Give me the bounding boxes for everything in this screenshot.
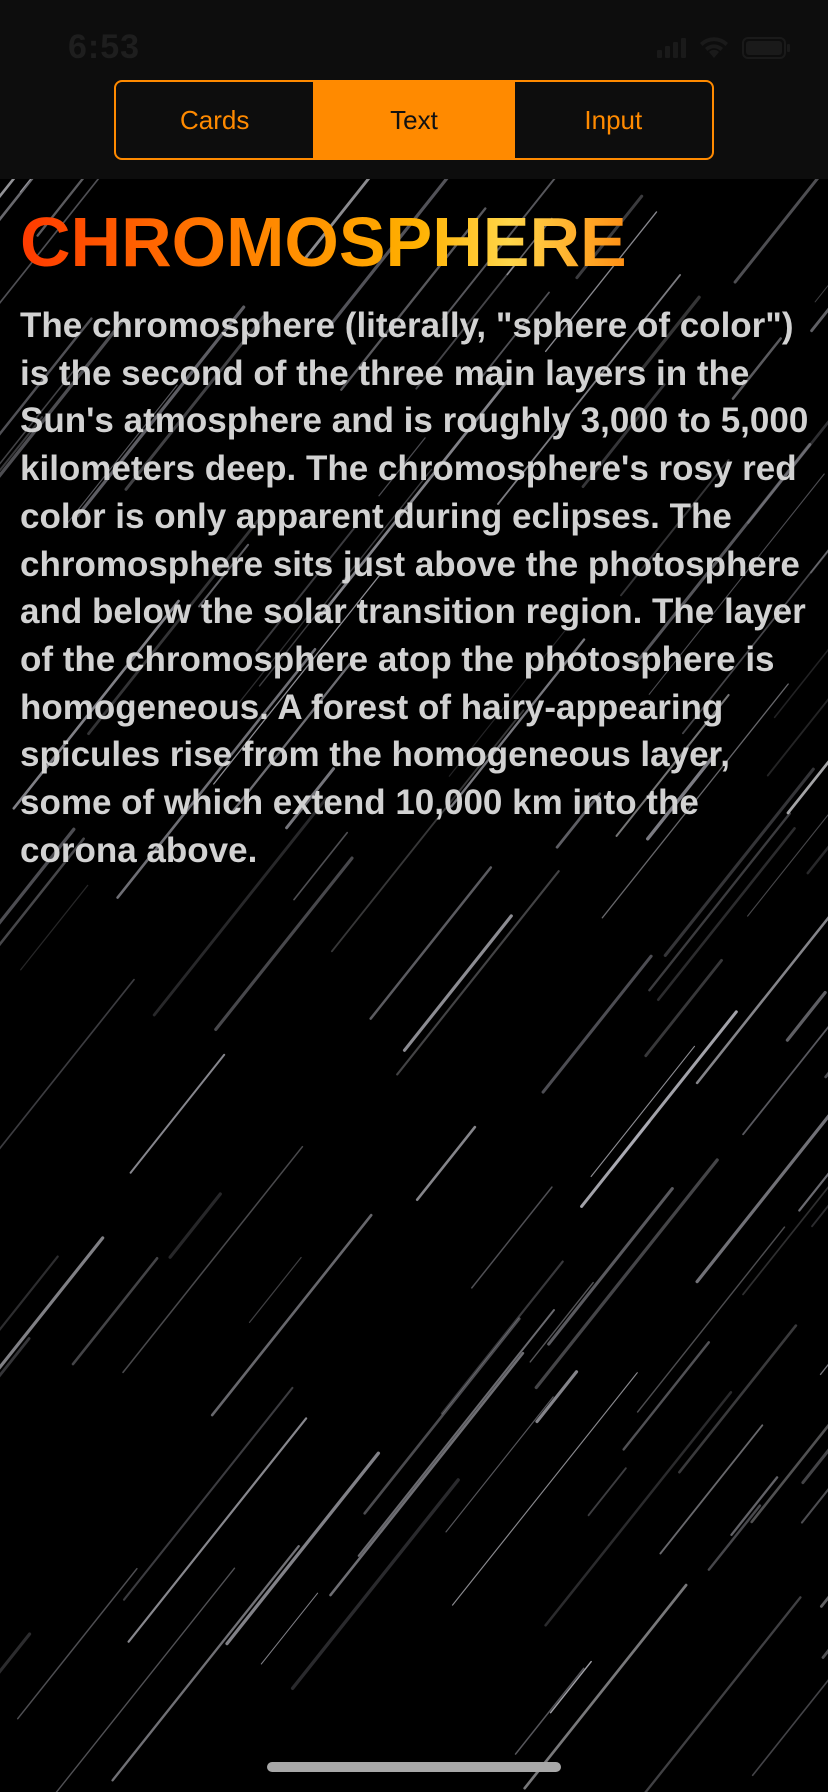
- star-trail: [622, 1341, 711, 1451]
- star-trail: [415, 1125, 477, 1202]
- star-trail: [329, 1351, 525, 1597]
- star-trail: [225, 1451, 381, 1646]
- star-trail: [20, 884, 89, 971]
- star-trail: [523, 1583, 688, 1790]
- app-screen: 6:53 Cards Text Input CHROMOSPHERE The c…: [0, 0, 828, 1792]
- star-trail: [111, 1545, 300, 1782]
- star-trail: [636, 1226, 786, 1413]
- star-trail: [544, 1391, 733, 1627]
- star-trail: [402, 914, 513, 1052]
- segmented-control: Cards Text Input: [114, 80, 714, 160]
- star-trail: [587, 1467, 627, 1517]
- star-trail: [122, 1386, 294, 1601]
- star-trail: [514, 1667, 585, 1755]
- star-trail: [214, 856, 354, 1031]
- star-trail: [819, 1595, 828, 1608]
- star-trail: [0, 978, 135, 1150]
- star-trail: [129, 1053, 226, 1174]
- star-trail: [678, 1324, 798, 1474]
- segment-text[interactable]: Text: [313, 82, 513, 158]
- star-trail: [541, 954, 653, 1094]
- star-trail: [609, 1120, 651, 1172]
- star-trail: [549, 1660, 592, 1714]
- star-trail: [810, 307, 828, 333]
- article: CHROMOSPHERE The chromosphere (literally…: [20, 200, 810, 874]
- wifi-icon: [700, 37, 728, 58]
- cellular-signal-icon: [657, 38, 686, 58]
- star-trail: [751, 1679, 828, 1777]
- top-header: 6:53 Cards Text Input: [0, 0, 828, 179]
- star-trail: [363, 1317, 521, 1515]
- battery-icon: [742, 37, 790, 59]
- star-trail: [785, 990, 827, 1042]
- star-trail: [16, 1567, 138, 1720]
- star-trail: [730, 1476, 779, 1536]
- star-trail: [529, 1281, 594, 1363]
- star-trail: [821, 1648, 828, 1659]
- star-trail: [127, 1417, 308, 1643]
- status-icons: [657, 36, 792, 60]
- star-trail: [534, 1158, 719, 1390]
- star-trail: [547, 1187, 674, 1346]
- star-trail: [819, 1363, 828, 1376]
- star-trail: [707, 1504, 762, 1571]
- article-title: CHROMOSPHERE: [20, 200, 810, 284]
- star-trail: [168, 1192, 222, 1259]
- star-trail: [659, 1424, 764, 1555]
- article-body: The chromosphere (literally, "sphere of …: [20, 306, 809, 870]
- segment-cards[interactable]: Cards: [116, 82, 313, 158]
- star-trail: [0, 1632, 32, 1674]
- star-trail: [369, 866, 493, 1020]
- star-trail: [71, 1257, 159, 1366]
- star-trail: [260, 1592, 319, 1665]
- star-trail: [290, 1478, 460, 1690]
- star-trail: [644, 958, 723, 1058]
- star-trail: [122, 1145, 304, 1374]
- star-trail: [742, 1186, 828, 1296]
- star-trail: [440, 1260, 564, 1415]
- star-trail: [55, 1567, 236, 1792]
- star-trail: [445, 1396, 554, 1533]
- star-trail: [471, 1186, 553, 1289]
- star-trail: [750, 1423, 828, 1524]
- star-trail: [814, 284, 828, 303]
- status-time: 6:53: [68, 28, 141, 66]
- segment-input[interactable]: Input: [512, 82, 712, 158]
- home-indicator[interactable]: [267, 1762, 561, 1772]
- star-trail: [590, 1045, 696, 1178]
- star-trail: [0, 1337, 31, 1378]
- star-trail: [210, 1213, 373, 1417]
- star-trail: [742, 1026, 828, 1136]
- star-trail: [396, 870, 560, 1076]
- star-trail: [0, 1255, 59, 1331]
